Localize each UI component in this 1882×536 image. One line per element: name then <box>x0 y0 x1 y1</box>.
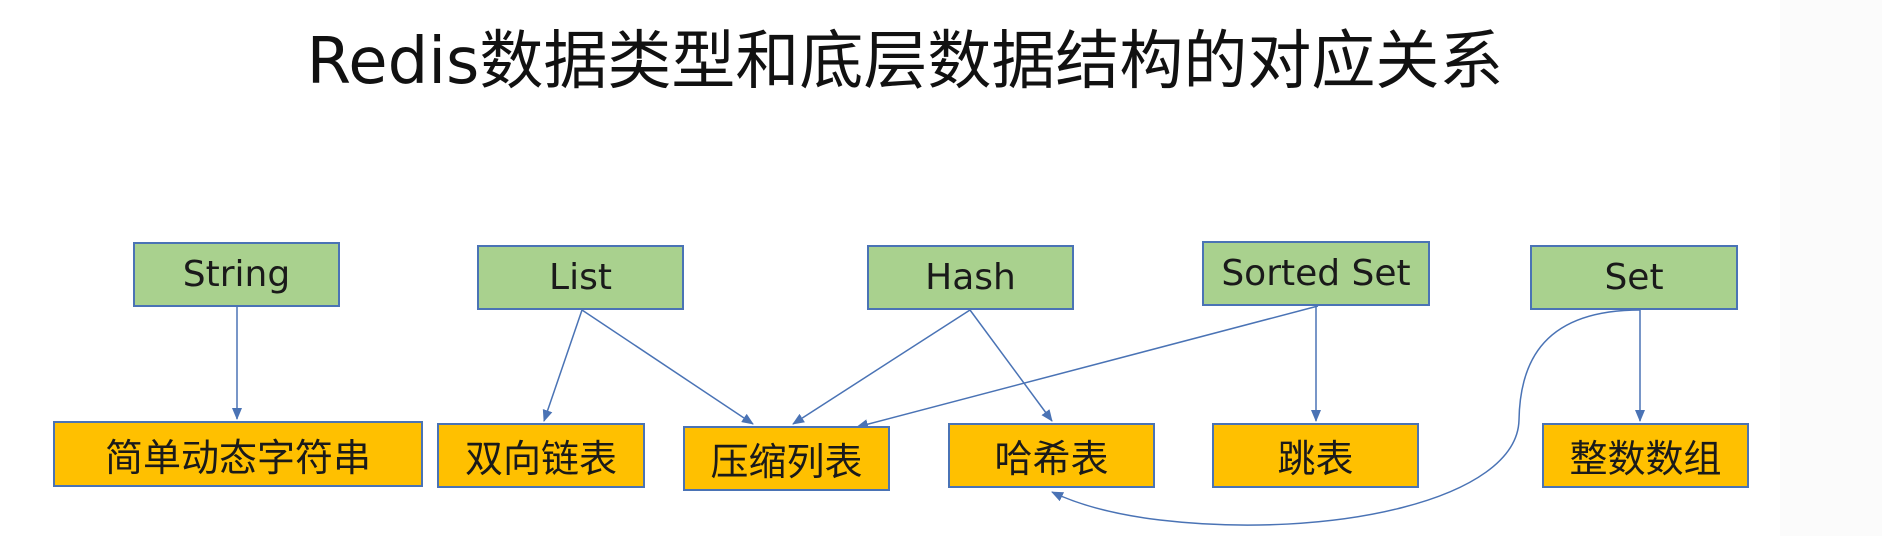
struct-node-intset: 整数数组 <box>1542 423 1749 488</box>
struct-label-skiplist: 跳表 <box>1277 437 1354 481</box>
struct-node-sds: 简单动态字符串 <box>53 421 423 487</box>
type-node-string: String <box>133 242 340 307</box>
struct-node-ziplist: 压缩列表 <box>683 426 890 491</box>
struct-node-linkedlist: 双向链表 <box>437 423 645 488</box>
struct-node-skiplist: 跳表 <box>1212 423 1419 488</box>
type-label-hash: Hash <box>925 257 1016 298</box>
struct-label-intset: 整数数组 <box>1569 437 1722 481</box>
type-node-list: List <box>477 245 684 310</box>
type-label-sorted-set: Sorted Set <box>1221 253 1411 294</box>
struct-label-ziplist: 压缩列表 <box>710 440 863 484</box>
type-label-string: String <box>182 254 291 295</box>
struct-node-hashtable: 哈希表 <box>948 423 1155 488</box>
type-label-set: Set <box>1604 257 1664 298</box>
type-label-list: List <box>549 257 612 298</box>
type-node-sorted-set: Sorted Set <box>1202 241 1430 306</box>
type-node-set: Set <box>1530 245 1738 310</box>
type-node-hash: Hash <box>867 245 1074 310</box>
struct-label-sds: 简单动态字符串 <box>104 435 371 480</box>
struct-label-linkedlist: 双向链表 <box>464 437 617 481</box>
struct-label-hashtable: 哈希表 <box>994 437 1109 481</box>
diagram-title: Redis数据类型和底层数据结构的对应关系 <box>306 25 1504 99</box>
